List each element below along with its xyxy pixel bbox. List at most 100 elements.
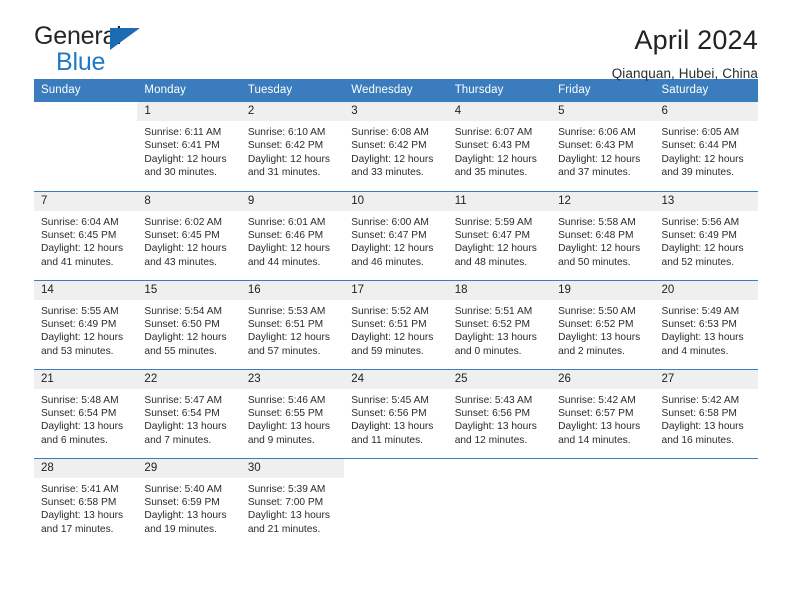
day-details: Sunrise: 5:54 AM Sunset: 6:50 PM Daylight:… bbox=[137, 300, 240, 359]
daylight-line2-text: and 35 minutes. bbox=[454, 167, 528, 179]
sunrise-text: Sunrise: 6:05 AM bbox=[661, 127, 740, 138]
day-number: 27 bbox=[654, 369, 758, 389]
day-number: 7 bbox=[34, 191, 138, 211]
daylight-line2-text: and 43 minutes. bbox=[144, 256, 217, 268]
calendar-day-cell[interactable]: 5 Sunrise: 6:06 AM Sunset: 6:43 PM Daylight… bbox=[551, 102, 655, 191]
day-number: 2 bbox=[240, 102, 345, 121]
day-number: 19 bbox=[551, 280, 655, 300]
daylight-line1-text: Daylight: 12 hours bbox=[247, 153, 330, 165]
day-number: 30 bbox=[240, 458, 345, 478]
calendar-day-cell[interactable]: 19 Sunrise: 5:50 AM Sunset: 6:52 PM Dayligh… bbox=[551, 279, 655, 369]
calendar-day-cell[interactable]: 2 Sunrise: 6:10 AM Sunset: 6:42 PM Daylight… bbox=[240, 102, 345, 191]
daylight-line1-text: Daylight: 13 hours bbox=[247, 510, 330, 522]
day-number bbox=[654, 458, 758, 478]
daylight-line1-text: Daylight: 12 hours bbox=[144, 153, 227, 165]
calendar-day-cell[interactable]: 15 Sunrise: 5:54 AM Sunset: 6:50 PM Dayligh… bbox=[137, 279, 241, 369]
sunset-text: Sunset: 6:50 PM bbox=[144, 318, 220, 330]
day-number bbox=[344, 458, 448, 478]
calendar-day-cell[interactable]: 28 Sunrise: 5:41 AM Sunset: 6:58 PM Dayligh… bbox=[34, 457, 138, 547]
sunset-text: Sunset: 7:00 PM bbox=[247, 496, 324, 508]
calendar-day-cell[interactable]: 21 Sunrise: 5:48 AM Sunset: 6:54 PM Dayligh… bbox=[34, 368, 138, 458]
daylight-line1-text: Daylight: 12 hours bbox=[351, 243, 434, 255]
calendar-day-cell[interactable]: 14 Sunrise: 5:55 AM Sunset: 6:49 PM Dayligh… bbox=[34, 279, 138, 369]
day-number: 22 bbox=[137, 369, 241, 389]
calendar-day-cell[interactable]: 29 Sunrise: 5:40 AM Sunset: 6:59 PM Dayligh… bbox=[137, 457, 241, 547]
daylight-line1-text: Daylight: 12 hours bbox=[351, 153, 434, 165]
sunrise-text: Sunrise: 6:07 AM bbox=[454, 127, 533, 138]
sunrise-text: Sunrise: 5:54 AM bbox=[144, 305, 223, 317]
sunset-text: Sunset: 6:45 PM bbox=[41, 229, 117, 241]
daylight-line1-text: Daylight: 12 hours bbox=[41, 243, 124, 255]
calendar-empty-cell bbox=[654, 457, 758, 547]
day-number bbox=[447, 458, 552, 478]
daylight-line2-text: and 0 minutes. bbox=[454, 345, 522, 357]
calendar-day-cell[interactable]: 8 Sunrise: 6:02 AM Sunset: 6:45 PM Daylight… bbox=[137, 190, 241, 280]
sunset-text: Sunset: 6:49 PM bbox=[661, 229, 737, 241]
daylight-line1-text: Daylight: 12 hours bbox=[454, 243, 537, 255]
daylight-line2-text: and 2 minutes. bbox=[558, 345, 625, 357]
sunrise-text: Sunrise: 6:01 AM bbox=[247, 216, 326, 228]
calendar-day-cell[interactable]: 6 Sunrise: 6:05 AM Sunset: 6:44 PM Daylight… bbox=[654, 102, 758, 191]
calendar-day-cell[interactable]: 26 Sunrise: 5:42 AM Sunset: 6:57 PM Dayligh… bbox=[551, 368, 655, 458]
daylight-line1-text: Daylight: 13 hours bbox=[558, 421, 641, 433]
calendar-day-cell[interactable]: 20 Sunrise: 5:49 AM Sunset: 6:53 PM Dayligh… bbox=[654, 279, 758, 369]
calendar-day-cell[interactable]: 3 Sunrise: 6:08 AM Sunset: 6:42 PM Daylight… bbox=[344, 102, 448, 191]
weekday-header-friday: Friday bbox=[551, 79, 655, 102]
day-number: 10 bbox=[344, 191, 448, 211]
sunset-text: Sunset: 6:59 PM bbox=[144, 496, 220, 508]
day-number: 14 bbox=[34, 280, 138, 300]
daylight-line1-text: Daylight: 12 hours bbox=[144, 243, 227, 255]
sunrise-text: Sunrise: 5:55 AM bbox=[41, 305, 119, 317]
calendar-body: 1 Sunrise: 6:11 AM Sunset: 6:41 PM Daylight… bbox=[34, 102, 758, 547]
calendar-day-cell[interactable]: 25 Sunrise: 5:43 AM Sunset: 6:56 PM Dayligh… bbox=[447, 368, 552, 458]
sunrise-text: Sunrise: 5:40 AM bbox=[144, 483, 223, 495]
day-details: Sunrise: 6:06 AM Sunset: 6:43 PM Daylight:… bbox=[551, 121, 654, 180]
calendar-day-cell[interactable]: 24 Sunrise: 5:45 AM Sunset: 6:56 PM Dayligh… bbox=[344, 368, 448, 458]
day-number: 3 bbox=[344, 102, 448, 121]
day-number: 17 bbox=[344, 280, 448, 300]
day-number: 4 bbox=[447, 102, 552, 121]
calendar-day-cell[interactable]: 7 Sunrise: 6:04 AM Sunset: 6:45 PM Daylight… bbox=[34, 190, 138, 280]
day-details: Sunrise: 5:42 AM Sunset: 6:57 PM Daylight:… bbox=[551, 389, 654, 448]
page-subtitle: Qianquan, Hubei, China bbox=[611, 65, 758, 81]
weekday-header-monday: Monday bbox=[137, 79, 241, 102]
day-details: Sunrise: 5:46 AM Sunset: 6:55 PM Daylight:… bbox=[241, 389, 344, 448]
brand-name-blue: Blue bbox=[56, 48, 106, 76]
calendar-day-cell[interactable]: 11 Sunrise: 5:59 AM Sunset: 6:47 PM Dayligh… bbox=[447, 190, 552, 280]
sunrise-text: Sunrise: 6:02 AM bbox=[144, 216, 223, 228]
calendar-day-cell[interactable]: 9 Sunrise: 6:01 AM Sunset: 6:46 PM Daylight… bbox=[240, 190, 345, 280]
daylight-line2-text: and 11 minutes. bbox=[351, 434, 424, 446]
calendar-day-cell[interactable]: 16 Sunrise: 5:53 AM Sunset: 6:51 PM Dayligh… bbox=[240, 279, 345, 369]
daylight-line2-text: and 59 minutes. bbox=[351, 345, 424, 357]
sunrise-text: Sunrise: 6:00 AM bbox=[351, 216, 429, 228]
daylight-line1-text: Daylight: 12 hours bbox=[41, 332, 124, 344]
day-details: Sunrise: 5:48 AM Sunset: 6:54 PM Daylight:… bbox=[34, 389, 137, 448]
day-number: 1 bbox=[137, 102, 241, 121]
day-details: Sunrise: 5:59 AM Sunset: 6:47 PM Daylight:… bbox=[448, 211, 551, 270]
calendar-empty-cell bbox=[551, 457, 655, 547]
calendar-day-cell[interactable]: 10 Sunrise: 6:00 AM Sunset: 6:47 PM Dayligh… bbox=[344, 190, 448, 280]
sunrise-text: Sunrise: 6:04 AM bbox=[41, 216, 119, 228]
sunset-text: Sunset: 6:42 PM bbox=[351, 140, 427, 152]
calendar-day-cell[interactable]: 4 Sunrise: 6:07 AM Sunset: 6:43 PM Daylight… bbox=[447, 102, 552, 191]
calendar-day-cell[interactable]: 27 Sunrise: 5:42 AM Sunset: 6:58 PM Dayligh… bbox=[654, 368, 758, 458]
sunset-text: Sunset: 6:47 PM bbox=[454, 229, 531, 241]
day-number: 15 bbox=[137, 280, 241, 300]
calendar-day-cell[interactable]: 23 Sunrise: 5:46 AM Sunset: 6:55 PM Dayligh… bbox=[240, 368, 345, 458]
calendar-day-cell[interactable]: 30 Sunrise: 5:39 AM Sunset: 7:00 PM Dayligh… bbox=[240, 457, 345, 547]
sunrise-text: Sunrise: 5:43 AM bbox=[454, 394, 533, 406]
calendar-day-cell[interactable]: 12 Sunrise: 5:58 AM Sunset: 6:48 PM Dayligh… bbox=[551, 190, 655, 280]
day-details: Sunrise: 6:00 AM Sunset: 6:47 PM Daylight:… bbox=[344, 211, 447, 270]
calendar-day-cell[interactable]: 13 Sunrise: 5:56 AM Sunset: 6:49 PM Dayligh… bbox=[654, 190, 758, 280]
daylight-line1-text: Daylight: 13 hours bbox=[558, 332, 641, 344]
calendar-day-cell[interactable]: 1 Sunrise: 6:11 AM Sunset: 6:41 PM Daylight… bbox=[137, 102, 241, 191]
calendar-day-cell[interactable]: 18 Sunrise: 5:51 AM Sunset: 6:52 PM Dayligh… bbox=[447, 279, 552, 369]
day-number: 24 bbox=[344, 369, 448, 389]
daylight-line2-text: and 4 minutes. bbox=[661, 345, 729, 357]
calendar-day-cell[interactable]: 22 Sunrise: 5:47 AM Sunset: 6:54 PM Dayligh… bbox=[137, 368, 241, 458]
daylight-line1-text: Daylight: 13 hours bbox=[661, 421, 744, 433]
daylight-line1-text: Daylight: 13 hours bbox=[454, 421, 537, 433]
calendar-day-cell[interactable]: 17 Sunrise: 5:52 AM Sunset: 6:51 PM Dayligh… bbox=[344, 279, 448, 369]
day-details: Sunrise: 5:51 AM Sunset: 6:52 PM Daylight:… bbox=[448, 300, 551, 359]
daylight-line2-text: and 17 minutes. bbox=[41, 523, 114, 535]
